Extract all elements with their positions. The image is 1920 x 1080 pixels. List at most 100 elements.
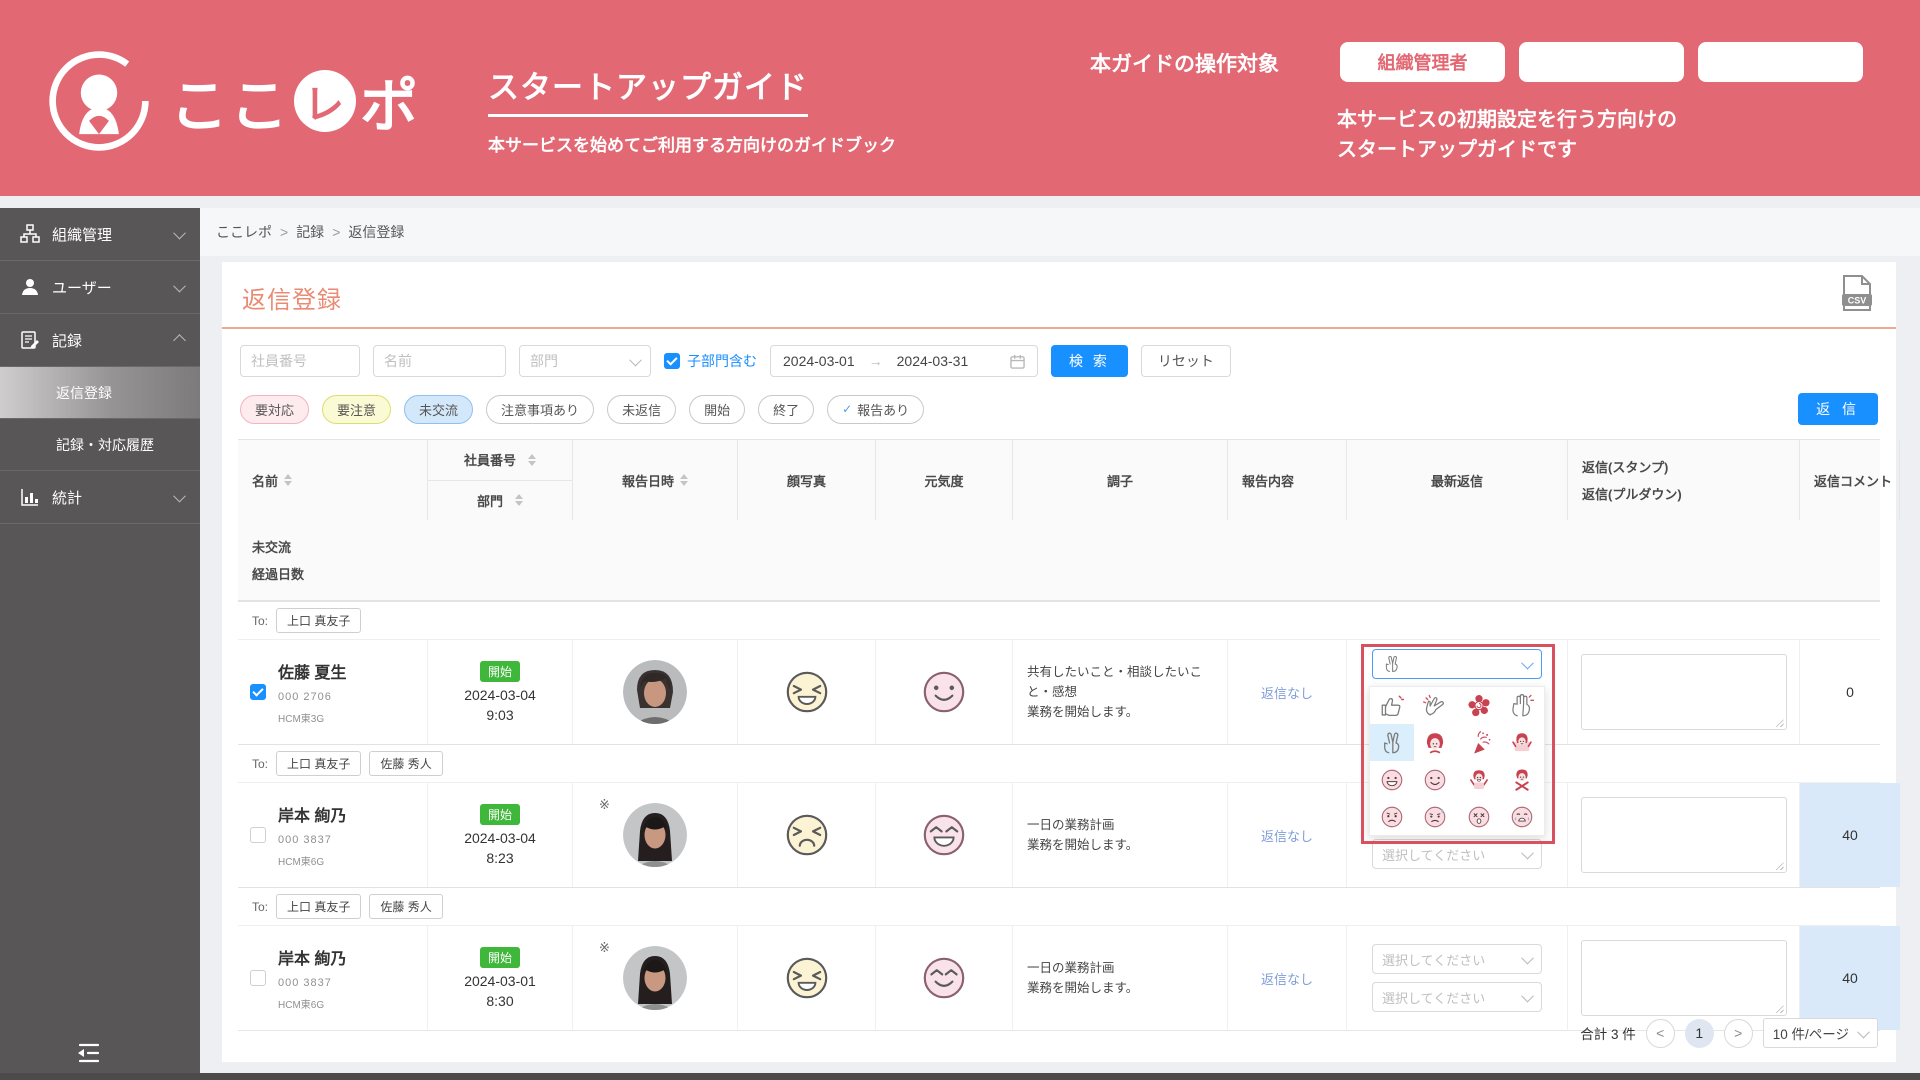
pagination: 合計 3 件 < 1 > 10 件/ページ [1580, 1018, 1878, 1048]
report-time: 9:03 [486, 707, 514, 723]
avatar [623, 946, 687, 1010]
row-checkbox-unchecked[interactable] [250, 827, 266, 843]
recipient-tag: 佐藤 秀人 [369, 751, 443, 776]
row-checkbox-checked[interactable] [250, 684, 266, 700]
date-range-picker[interactable]: 2024-03-01 → 2024-03-31 [770, 345, 1038, 377]
sidebar-item-records[interactable]: 記録 [0, 314, 200, 367]
latest-reply-link[interactable]: 返信なし [1261, 683, 1313, 702]
chip-no-reply[interactable]: 未返信 [607, 394, 677, 424]
pulldown-select[interactable]: 選択してください [1372, 839, 1542, 869]
chip-started[interactable]: 開始 [689, 394, 746, 424]
collapse-sidebar-icon[interactable] [76, 1040, 102, 1066]
report-time: 8:30 [486, 993, 514, 1009]
app-logo: ここレポ [46, 48, 420, 154]
stamp-select-open[interactable] [1372, 649, 1542, 679]
next-page-button[interactable]: > [1723, 1018, 1753, 1048]
clapping-hands-icon[interactable] [1414, 687, 1458, 724]
grin-face-icon[interactable] [1370, 761, 1414, 798]
stats-icon [21, 489, 38, 506]
role-org-admin-button[interactable]: 組織管理者 [1340, 42, 1505, 82]
employee-dept: HCM東6G [278, 857, 325, 868]
reset-button[interactable]: リセット [1140, 345, 1231, 377]
sort-icon[interactable] [528, 453, 536, 466]
sort-icon[interactable] [284, 474, 293, 486]
smile-face-icon[interactable] [1414, 761, 1458, 798]
col-reply-comment: 返信コメント [1800, 440, 1900, 520]
chip-has-report[interactable]: ✓ 報告あり [827, 394, 925, 424]
party-popper-icon[interactable] [1457, 724, 1501, 761]
thumbs-up-icon[interactable] [1370, 687, 1414, 724]
chevron-down-icon [1521, 846, 1534, 859]
note-asterisk: ※ [599, 797, 610, 812]
genki-laugh-face-icon [786, 957, 827, 999]
chip-has-notes[interactable]: 注意事項あり [486, 394, 595, 424]
employee-no-input[interactable] [240, 345, 360, 377]
current-page[interactable]: 1 [1684, 1018, 1714, 1048]
shocked-face-icon[interactable] [1457, 798, 1501, 835]
include-subdept-checkbox[interactable]: 子部門含む [664, 351, 757, 371]
flower-icon[interactable] [1457, 687, 1501, 724]
reply-comment-textarea[interactable] [1580, 940, 1787, 1016]
girl-crossed-arms-icon[interactable] [1501, 761, 1545, 798]
org-chart-icon [20, 224, 40, 243]
kokorepo-logo-icon [49, 51, 149, 151]
content-card: 返信登録 CSV 部門 子部門含む 2024-03-01 → [222, 262, 1900, 1062]
girl-banzai-icon[interactable] [1501, 724, 1545, 761]
user-icon [22, 279, 38, 295]
reply-comment-textarea[interactable] [1580, 654, 1787, 730]
prev-page-button[interactable]: < [1645, 1018, 1675, 1048]
col-photo: 顔写真 [738, 440, 876, 520]
breadcrumb-records[interactable]: 記録 [296, 222, 324, 242]
name-input[interactable] [373, 345, 506, 377]
report-date: 2024-03-01 [464, 973, 536, 989]
sort-icon[interactable] [680, 474, 688, 486]
worried-face-icon[interactable] [1370, 798, 1414, 835]
report-line: 共有したいこと・相談したいこと・感想 [1027, 665, 1203, 699]
sidebar-item-org-management[interactable]: 組織管理 [0, 208, 200, 261]
guide-subtitle: 本サービスを始めてご利用する方向けのガイドブック [488, 136, 896, 155]
checkbox-checked-icon [664, 353, 680, 369]
chip-needs-action[interactable]: 要対応 [240, 394, 310, 424]
department-select[interactable]: 部門 [519, 345, 651, 377]
role-blank-button-1[interactable] [1519, 42, 1684, 82]
col-latest-reply: 最新返信 [1347, 440, 1568, 520]
employee-number: 000 3837 [278, 834, 332, 846]
latest-reply-link[interactable]: 返信なし [1261, 826, 1313, 845]
row-checkbox-unchecked[interactable] [250, 970, 266, 986]
genki-sad-face-icon [786, 814, 827, 856]
svg-text:CSV: CSV [1848, 296, 1867, 306]
stamp-select[interactable]: 選択してください [1372, 944, 1542, 974]
chevron-down-icon [629, 353, 642, 366]
chip-no-contact[interactable]: 未交流 [404, 394, 474, 424]
chip-ended[interactable]: 終了 [758, 394, 815, 424]
reply-comment-textarea[interactable] [1580, 797, 1787, 873]
sidebar-item-record-history[interactable]: 記録・対応履歴 [0, 419, 200, 471]
girl-greeting-icon[interactable] [1414, 724, 1458, 761]
ok-hand-icon[interactable] [1501, 687, 1545, 724]
page-size-select[interactable]: 10 件/ページ [1762, 1018, 1878, 1048]
avatar [623, 803, 687, 867]
crying-face-icon[interactable] [1501, 798, 1545, 835]
sort-icon[interactable] [515, 494, 523, 507]
report-line: 業務を開始します。 [1027, 705, 1139, 719]
latest-reply-link[interactable]: 返信なし [1261, 969, 1313, 988]
reply-button[interactable]: 返 信 [1798, 393, 1878, 425]
pulldown-select[interactable]: 選択してください [1372, 982, 1542, 1012]
sidebar-item-users[interactable]: ユーザー [0, 261, 200, 314]
guide-title: スタートアップガイド [488, 62, 808, 117]
role-blank-button-2[interactable] [1698, 42, 1863, 82]
chip-caution[interactable]: 要注意 [322, 394, 392, 424]
peace-hand-icon[interactable] [1370, 724, 1414, 761]
col-report-datetime: 報告日時 [573, 440, 738, 520]
search-button[interactable]: 検 索 [1051, 345, 1128, 377]
breadcrumb-home[interactable]: ここレポ [216, 222, 272, 242]
page-title: 返信登録 [242, 287, 342, 314]
cold-sweat-face-icon[interactable] [1414, 798, 1458, 835]
window-bottom-edge [0, 1073, 1920, 1080]
table-record: To: 上口 真友子 佐藤 夏生 000 2706 HCM東3G 開始 2024… [238, 601, 1880, 844]
csv-export-icon[interactable]: CSV [1840, 274, 1874, 312]
girl-cheer-icon[interactable] [1457, 761, 1501, 798]
sidebar-item-statistics[interactable]: 統計 [0, 471, 200, 524]
employee-dept: HCM東3G [278, 714, 325, 725]
sidebar-item-reply-registration[interactable]: 返信登録 [0, 367, 200, 419]
